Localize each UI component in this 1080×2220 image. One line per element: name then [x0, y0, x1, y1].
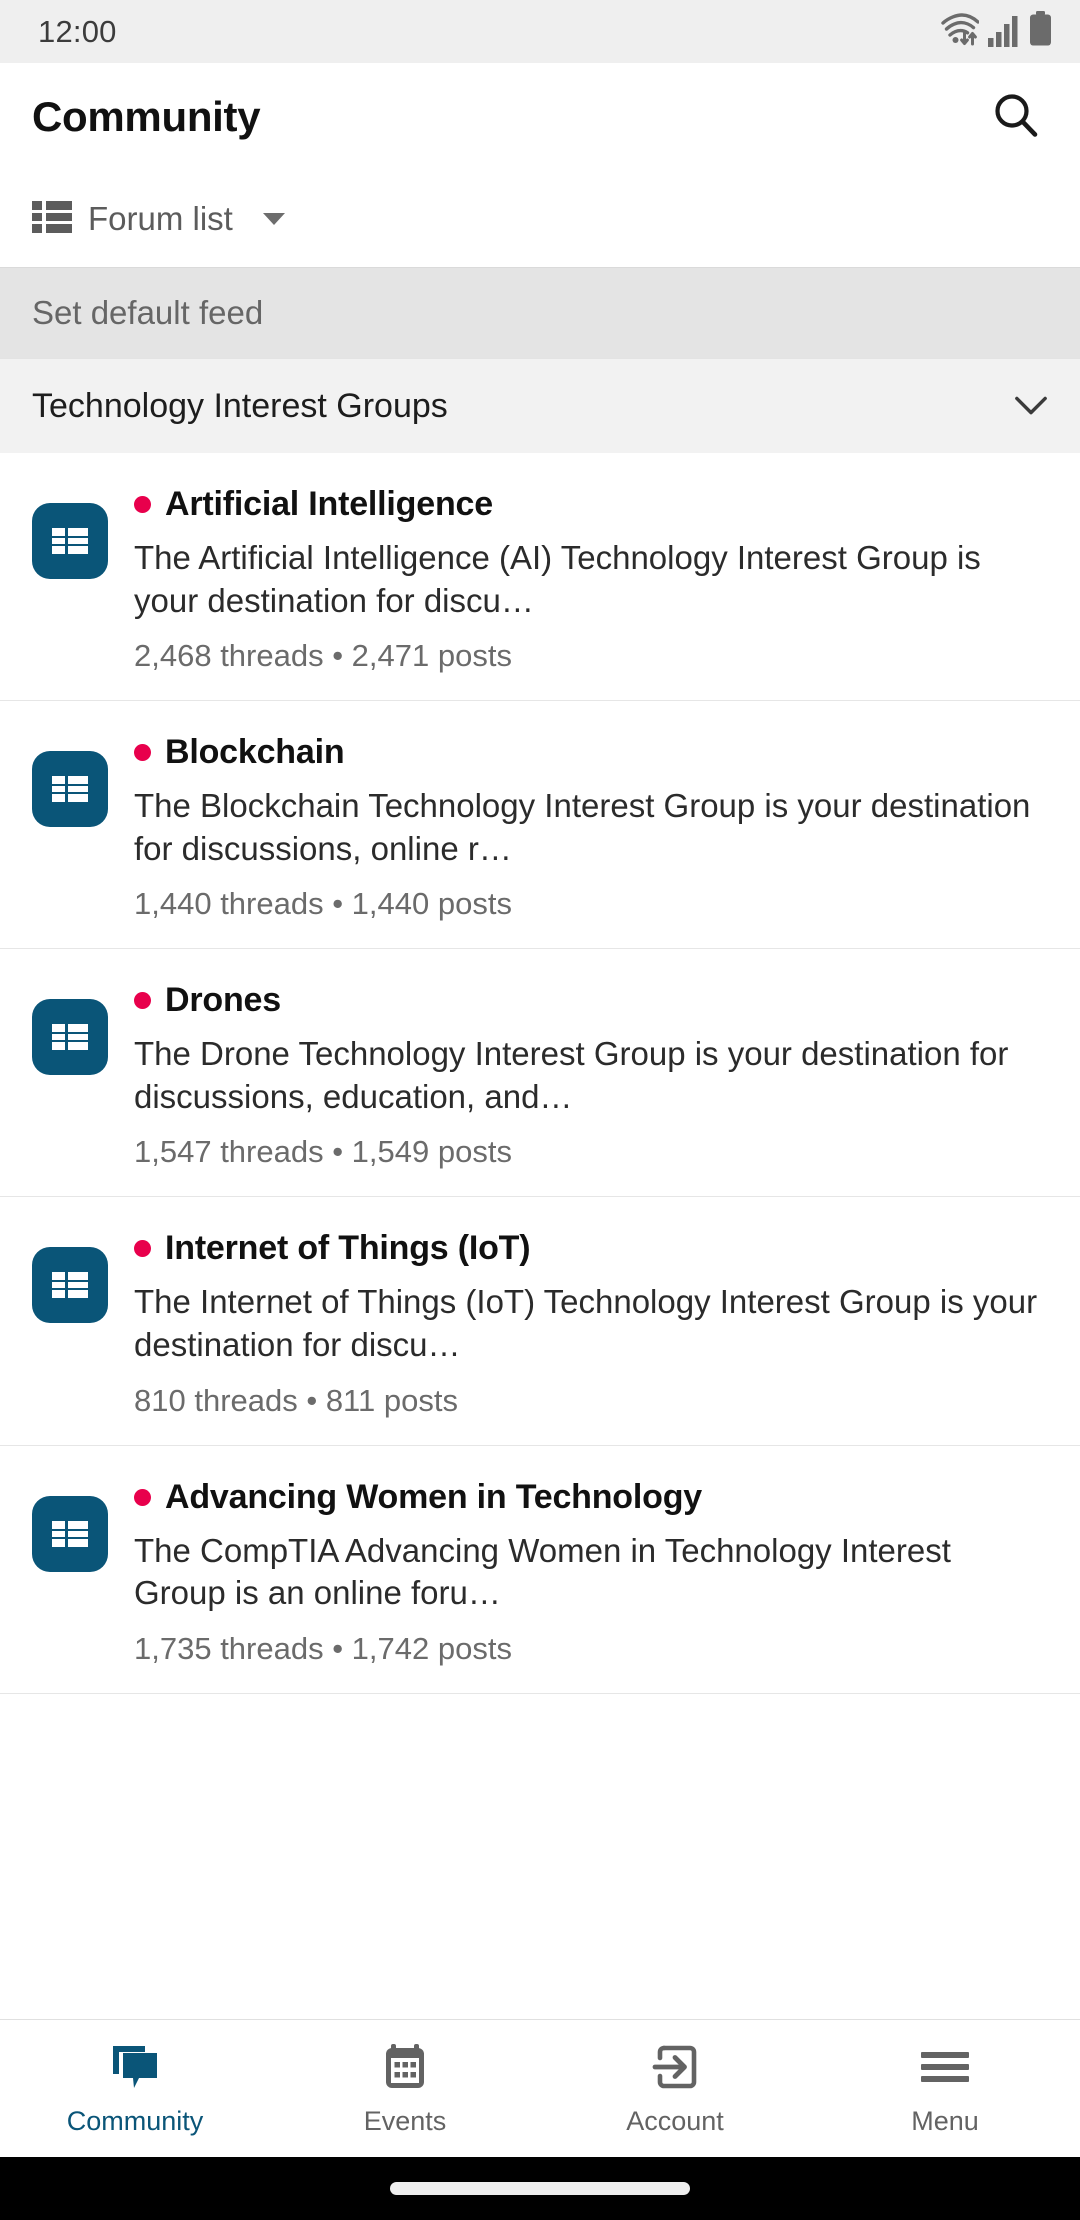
forum-stats: 2,468 threads • 2,471 posts — [134, 638, 512, 674]
forum-tile-icon — [32, 999, 108, 1076]
list-item-body: Blockchain The Blockchain Technology Int… — [134, 731, 1048, 922]
app-header: Community Forum list — [0, 63, 1080, 267]
unread-dot-icon — [134, 1488, 151, 1506]
list-item-title-row: Drones — [134, 981, 1048, 1020]
list-item-body: Artificial Intelligence The Artificial I… — [134, 483, 1048, 674]
list-item[interactable]: Drones The Drone Technology Interest Gro… — [0, 949, 1080, 1198]
nav-label-community: Community — [66, 2106, 204, 2136]
forum-stats: 1,547 threads • 1,549 posts — [134, 1134, 512, 1170]
forum-list-label: Forum list — [88, 200, 233, 237]
nav-item-account[interactable]: Account — [540, 2040, 810, 2137]
battery-icon — [1029, 11, 1052, 52]
forum-description: The Artificial Intelligence (AI) Technol… — [134, 539, 981, 619]
status-bar: 12:00 — [0, 0, 1080, 63]
forum-description: The Blockchain Technology Interest Group… — [134, 787, 1031, 867]
nav-item-menu[interactable]: Menu — [810, 2040, 1080, 2137]
list-item-body: Internet of Things (IoT) The Internet of… — [134, 1227, 1048, 1418]
forum-stats: 1,440 threads • 1,440 posts — [134, 886, 512, 922]
set-default-feed-label: Set default feed — [32, 294, 264, 331]
section-header-technology-interest-groups[interactable]: Technology Interest Groups — [0, 358, 1080, 453]
list-item-title-row: Blockchain — [134, 733, 1048, 772]
status-bar-time: 12:00 — [38, 13, 117, 49]
forum-title: Drones — [165, 981, 281, 1020]
unread-dot-icon — [134, 1240, 151, 1258]
page-title: Community — [32, 93, 261, 140]
search-button[interactable] — [984, 85, 1048, 149]
system-gesture-bar — [0, 2157, 1080, 2220]
app-screen: 12:00 Community Forum list Set default f… — [0, 0, 1080, 2220]
forum-description: The CompTIA Advancing Women in Technolog… — [134, 1531, 951, 1612]
forum-tile-icon — [32, 503, 108, 579]
status-bar-icons — [941, 11, 1052, 52]
list-item-body: Drones The Drone Technology Interest Gro… — [134, 979, 1048, 1170]
forum-title: Artificial Intelligence — [165, 485, 493, 523]
bottom-navigation-bar: Community Events Account Menu — [0, 2019, 1080, 2157]
sign-in-icon — [650, 2040, 700, 2094]
forum-stats: 810 threads • 811 posts — [134, 1382, 458, 1418]
forum-tile-icon — [32, 1495, 108, 1572]
list-item[interactable]: Internet of Things (IoT) The Internet of… — [0, 1197, 1080, 1446]
list-item[interactable]: Artificial Intelligence The Artificial I… — [0, 453, 1080, 702]
wifi-icon — [941, 13, 980, 52]
forum-stats: 1,735 threads • 1,742 posts — [134, 1630, 512, 1666]
list-item-title-row: Artificial Intelligence — [134, 485, 1048, 524]
forum-title: Blockchain — [165, 733, 345, 772]
forum-title: Internet of Things (IoT) — [165, 1229, 531, 1268]
list-icon — [32, 200, 72, 239]
nav-label-menu: Menu — [911, 2106, 979, 2136]
forum-title: Advancing Women in Technology — [165, 1477, 702, 1516]
calendar-icon — [380, 2040, 430, 2094]
forum-tile-icon — [32, 751, 108, 828]
nav-item-community[interactable]: Community — [0, 2040, 270, 2137]
chat-bubbles-icon — [109, 2040, 161, 2094]
forum-description: The Internet of Things (IoT) Technology … — [134, 1283, 1038, 1363]
list-item-title-row: Internet of Things (IoT) — [134, 1229, 1048, 1268]
hamburger-menu-icon — [919, 2040, 971, 2094]
unread-dot-icon — [134, 744, 151, 762]
forum-list: Artificial Intelligence The Artificial I… — [0, 453, 1080, 2019]
app-header-top-row: Community — [32, 63, 1048, 171]
list-item-body: Advancing Women in Technology The CompTI… — [134, 1476, 1048, 1667]
search-icon — [991, 90, 1041, 145]
gesture-pill[interactable] — [390, 2182, 690, 2195]
nav-label-events: Events — [363, 2106, 447, 2136]
cellular-signal-icon — [988, 13, 1020, 52]
list-item-title-row: Advancing Women in Technology — [134, 1478, 1048, 1517]
section-header-label: Technology Interest Groups — [32, 386, 448, 425]
forum-description: The Drone Technology Interest Group is y… — [134, 1035, 1009, 1115]
forum-tile-icon — [32, 1247, 108, 1324]
nav-item-events[interactable]: Events — [270, 2040, 540, 2137]
caret-down-icon — [262, 213, 285, 225]
unread-dot-icon — [134, 496, 151, 513]
nav-label-account: Account — [626, 2106, 724, 2136]
list-item[interactable]: Blockchain The Blockchain Technology Int… — [0, 701, 1080, 950]
unread-dot-icon — [134, 992, 151, 1010]
list-item[interactable]: Advancing Women in Technology The CompTI… — [0, 1445, 1080, 1694]
chevron-down-icon[interactable] — [1014, 389, 1048, 423]
forum-list-selector[interactable]: Forum list — [32, 171, 1048, 267]
set-default-feed-bar[interactable]: Set default feed — [0, 267, 1080, 358]
